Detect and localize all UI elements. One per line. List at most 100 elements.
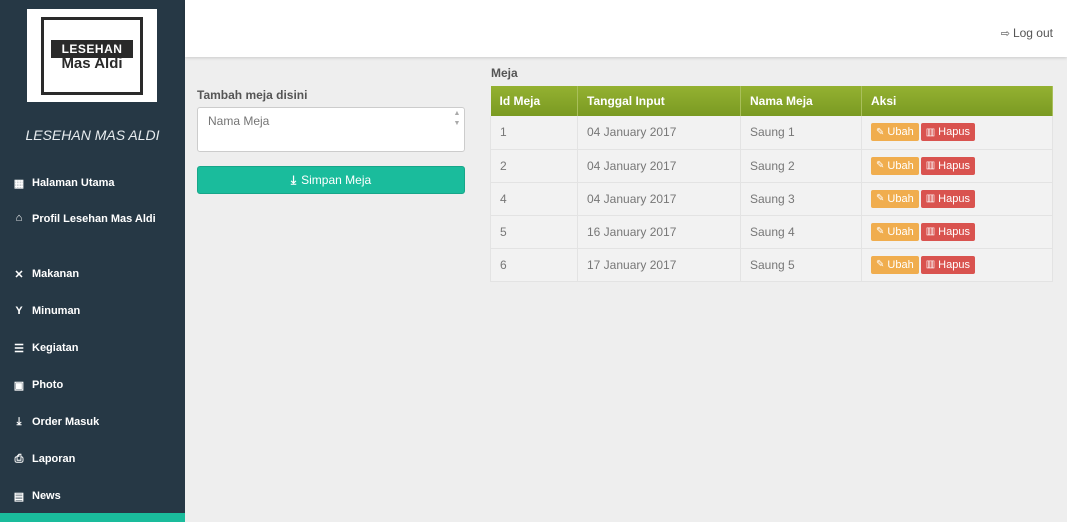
hapus-label: Hapus (938, 159, 970, 172)
logo: LESEHAN Mas Aldi (27, 9, 157, 102)
home-icon: ⌂ (15, 212, 23, 224)
logout-icon: ⇨ (1000, 27, 1010, 40)
top-bar: ⇨ Log out (185, 0, 1067, 57)
cell-aksi: ✎ Ubah ▥ Hapus (861, 248, 1053, 282)
table-header-row: Id Meja Tanggal Input Nama Meja Aksi (490, 86, 1053, 116)
cell-tanggal: 04 January 2017 (577, 116, 741, 150)
cell-tanggal: 16 January 2017 (577, 215, 741, 249)
sidebar-item-makanan[interactable]: ✕ Makanan (0, 254, 185, 291)
edit-icon: ✎ (876, 259, 885, 270)
logout-label: Log out (1012, 26, 1053, 40)
nama-meja-input[interactable] (197, 107, 465, 152)
sidebar-item-label: Kegiatan (32, 342, 79, 354)
logo-frame: LESEHAN Mas Aldi (41, 17, 143, 95)
download-icon: ⤓ (290, 172, 297, 187)
trash-icon: ▥ (925, 126, 936, 138)
sidebar-item-profil[interactable]: ⌂ Profil Lesehan Mas Aldi (0, 200, 185, 254)
sidebar-item-order-masuk[interactable]: ⤓ Order Masuk (0, 402, 185, 439)
brand-name: LESEHAN MAS ALDI (25, 127, 160, 143)
ubah-button[interactable]: ✎ Ubah (871, 189, 919, 208)
logo-text-bottom: Mas Aldi (61, 55, 123, 72)
cell-aksi: ✎ Ubah ▥ Hapus (861, 215, 1053, 249)
table-row: 1 04 January 2017 Saung 1 ✎ Ubah ▥ Hapus (490, 116, 1053, 150)
download-icon: ⤓ (16, 416, 22, 428)
cell-aksi: ✎ Ubah ▥ Hapus (861, 149, 1053, 183)
sidebar-item-minuman[interactable]: Y Minuman (0, 291, 185, 328)
table-row: 2 04 January 2017 Saung 2 ✎ Ubah ▥ Hapus (490, 149, 1053, 183)
cell-aksi: ✎ Ubah ▥ Hapus (861, 116, 1053, 150)
hapus-label: Hapus (938, 192, 970, 205)
header-nama-meja: Nama Meja (740, 86, 862, 116)
hapus-label: Hapus (938, 126, 970, 139)
edit-icon: ✎ (876, 160, 885, 171)
hapus-button[interactable]: ▥ Hapus (920, 255, 975, 274)
cell-nama: Saung 5 (740, 248, 862, 282)
simpan-meja-button[interactable]: ⤓ Simpan Meja (197, 166, 465, 194)
sidebar-item-label: Minuman (32, 305, 81, 317)
hapus-button[interactable]: ▥ Hapus (920, 222, 975, 241)
header-id-meja: Id Meja (490, 86, 578, 116)
sidebar: LESEHAN Mas Aldi LESEHAN MAS ALDI ▦ Hala… (0, 0, 185, 522)
table-title: Meja (491, 66, 518, 80)
picture-icon: ▣ (13, 380, 25, 392)
cell-tanggal: 04 January 2017 (577, 182, 741, 216)
sidebar-item-label: Laporan (32, 453, 76, 465)
textarea-scrollbar[interactable]: ▲ ▼ (451, 109, 463, 150)
ubah-label: Ubah (887, 126, 914, 139)
cell-id: 4 (490, 182, 578, 216)
trash-icon: ▥ (925, 160, 936, 171)
cell-id: 2 (490, 149, 578, 183)
hapus-label: Hapus (938, 225, 970, 238)
sidebar-item-label: Halaman Utama (32, 177, 115, 189)
ubah-label: Ubah (887, 258, 914, 271)
sidebar-item-label: Photo (32, 379, 64, 391)
news-icon: ▤ (13, 491, 25, 503)
ubah-button[interactable]: ✎ Ubah (871, 123, 919, 142)
sidebar-item-label: News (32, 490, 61, 502)
cell-id: 5 (490, 215, 578, 249)
ubah-label: Ubah (887, 159, 914, 172)
cutlery-icon: ✕ (14, 269, 24, 281)
sidebar-item-halaman-utama[interactable]: ▦ Halaman Utama (0, 163, 185, 200)
edit-icon: ✎ (876, 226, 885, 237)
sidebar-item-news[interactable]: ▤ News (0, 476, 185, 513)
th-icon: ▦ (13, 178, 25, 190)
header-tanggal-input: Tanggal Input (577, 86, 741, 116)
cell-tanggal: 17 January 2017 (577, 248, 741, 282)
trash-icon: ▥ (925, 259, 936, 270)
hapus-button[interactable]: ▥ Hapus (920, 123, 975, 142)
cell-aksi: ✎ Ubah ▥ Hapus (861, 182, 1053, 216)
sidebar-item-label: Makanan (32, 268, 80, 280)
meja-table: Id Meja Tanggal Input Nama Meja Aksi 1 0… (490, 86, 1053, 282)
header-aksi: Aksi (861, 86, 1053, 116)
sidebar-item-active[interactable] (0, 513, 185, 522)
cell-nama: Saung 4 (740, 215, 862, 249)
edit-icon: ✎ (876, 193, 885, 204)
table-row: 4 04 January 2017 Saung 3 ✎ Ubah ▥ Hapus (490, 182, 1053, 216)
sidebar-item-photo[interactable]: ▣ Photo (0, 365, 185, 402)
cell-id: 1 (490, 116, 578, 150)
trash-icon: ▥ (925, 226, 936, 237)
ubah-button[interactable]: ✎ Ubah (871, 222, 919, 241)
simpan-meja-label: Simpan Meja (301, 173, 372, 187)
sidebar-item-label: Order Masuk (32, 416, 100, 428)
hapus-button[interactable]: ▥ Hapus (920, 189, 975, 208)
ubah-button[interactable]: ✎ Ubah (871, 156, 919, 175)
sidebar-item-label: Profil Lesehan Mas Aldi (32, 213, 156, 225)
logout-link[interactable]: ⇨ Log out (1001, 26, 1053, 40)
glass-icon: Y (15, 305, 23, 317)
ubah-label: Ubah (887, 192, 914, 205)
trash-icon: ▥ (925, 193, 936, 204)
cell-id: 6 (490, 248, 578, 282)
cell-nama: Saung 3 (740, 182, 862, 216)
hapus-label: Hapus (938, 258, 970, 271)
form-label: Tambah meja disini (197, 88, 308, 102)
sidebar-item-laporan[interactable]: ⎙ Laporan (0, 439, 185, 476)
ubah-label: Ubah (887, 225, 914, 238)
sidebar-item-kegiatan[interactable]: ☰ Kegiatan (0, 328, 185, 365)
sidebar-menu: ▦ Halaman Utama ⌂ Profil Lesehan Mas Ald… (0, 163, 185, 522)
ubah-button[interactable]: ✎ Ubah (871, 255, 919, 274)
hapus-button[interactable]: ▥ Hapus (920, 156, 975, 175)
table-row: 5 16 January 2017 Saung 4 ✎ Ubah ▥ Hapus (490, 215, 1053, 249)
table-row: 6 17 January 2017 Saung 5 ✎ Ubah ▥ Hapus (490, 248, 1053, 282)
